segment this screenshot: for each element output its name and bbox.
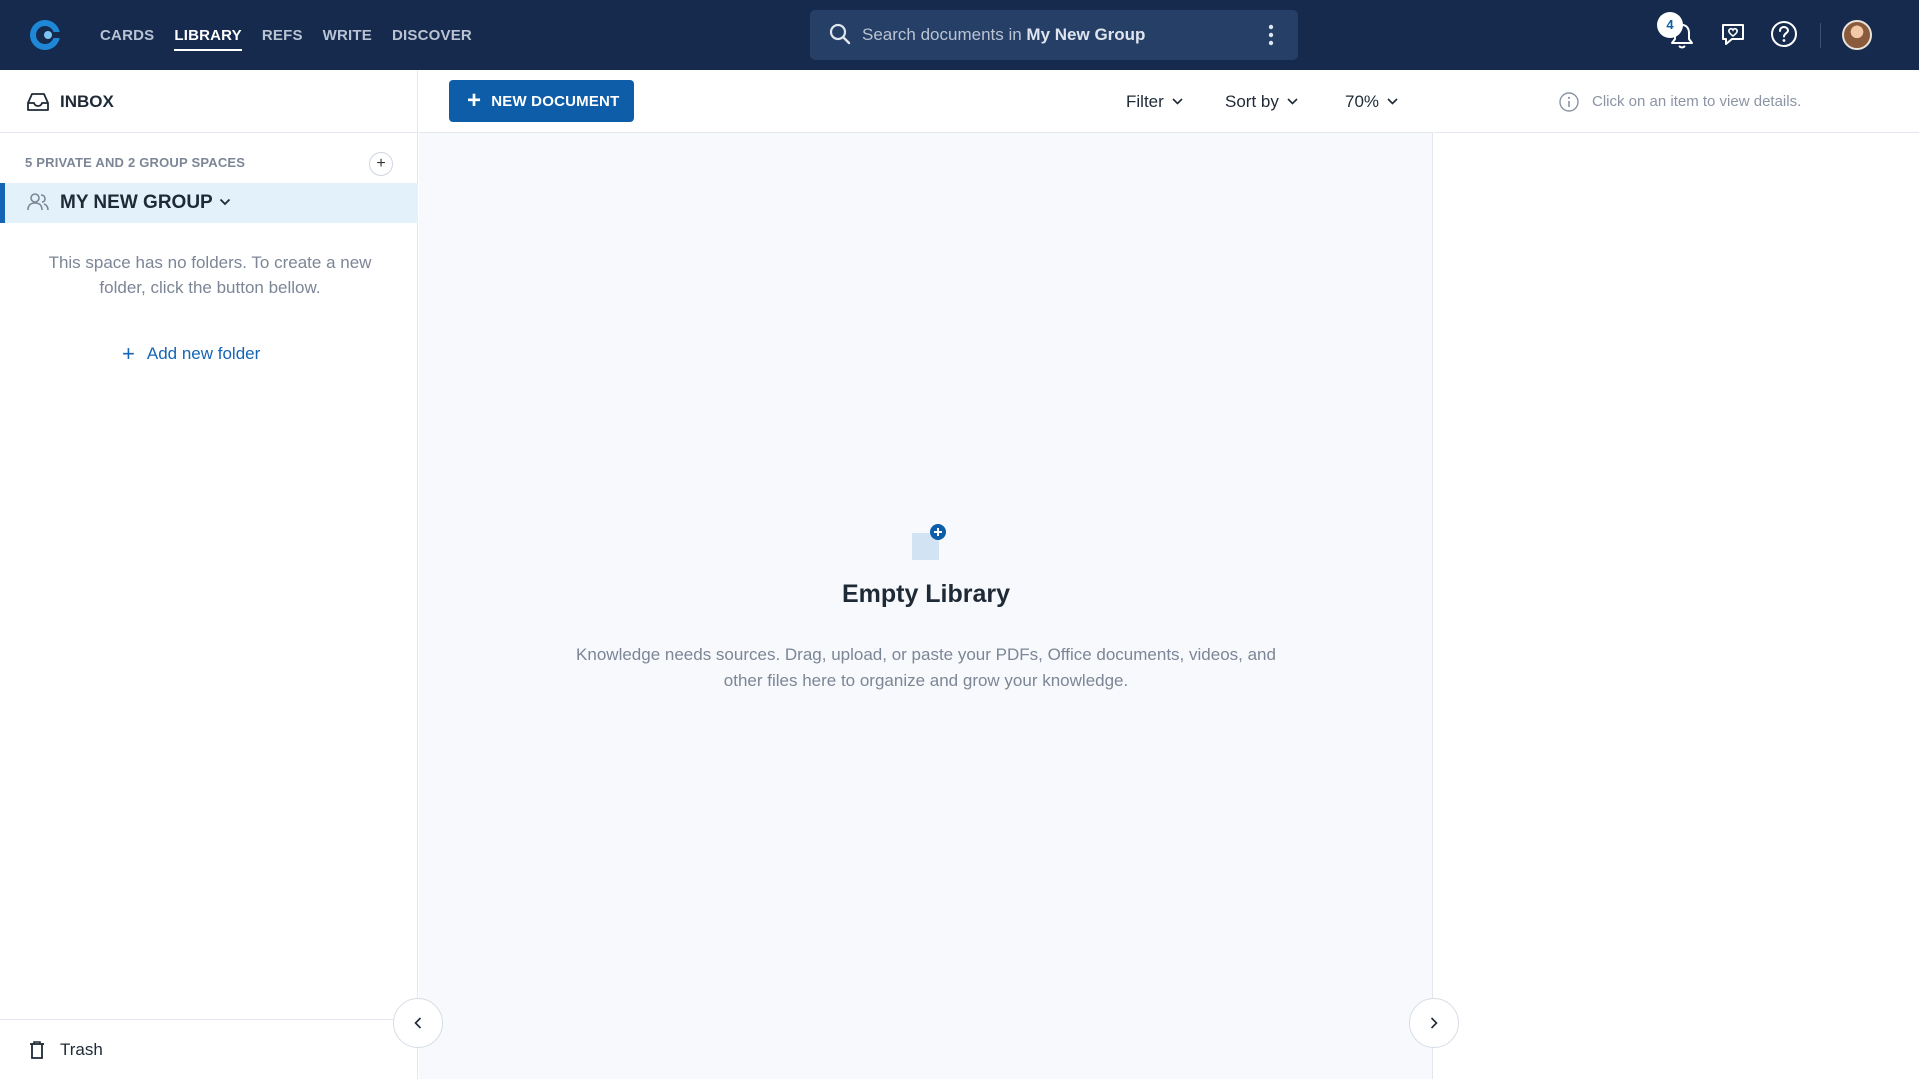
add-folder-button[interactable]: + Add new folder bbox=[122, 341, 261, 366]
add-document-icon bbox=[912, 524, 946, 560]
notifications-button[interactable]: 4 bbox=[1657, 12, 1697, 54]
help-icon[interactable] bbox=[1770, 20, 1798, 48]
search-input[interactable]: Search documents in My New Group bbox=[862, 10, 1145, 60]
chevron-down-icon bbox=[1387, 98, 1398, 105]
sort-dropdown[interactable]: Sort by bbox=[1225, 70, 1298, 133]
topbar-divider bbox=[1820, 23, 1821, 48]
sidebar: INBOX 5 PRIVATE AND 2 GROUP SPACES + MY … bbox=[0, 70, 418, 1079]
no-folders-message: This space has no folders. To create a n… bbox=[48, 253, 372, 297]
chevron-down-icon bbox=[1287, 98, 1298, 105]
filter-label: Filter bbox=[1126, 92, 1164, 111]
nav-cards[interactable]: CARDS bbox=[100, 27, 154, 44]
chevron-right-icon bbox=[1430, 1017, 1438, 1029]
info-icon bbox=[1559, 92, 1579, 112]
space-item-my-new-group[interactable]: MY NEW GROUP bbox=[0, 183, 418, 223]
zoom-dropdown[interactable]: 70% bbox=[1345, 70, 1398, 133]
more-vertical-icon[interactable] bbox=[1268, 24, 1274, 46]
notification-badge: 4 bbox=[1657, 12, 1683, 38]
add-folder-label: Add new folder bbox=[146, 344, 261, 363]
top-bar: CARDS LIBRARY REFS WRITE DISCOVER Search… bbox=[0, 0, 1919, 70]
empty-library-message: Knowledge needs sources. Drag, upload, o… bbox=[576, 645, 1276, 690]
chevron-down-icon[interactable] bbox=[219, 198, 231, 206]
trash-item[interactable]: Trash bbox=[0, 1019, 418, 1079]
inbox-item[interactable]: INBOX bbox=[0, 70, 418, 133]
zoom-label: 70% bbox=[1345, 92, 1380, 111]
library-panel: + NEW DOCUMENT Filter Sort by 70% Empty … bbox=[419, 70, 1433, 1079]
main-nav: CARDS LIBRARY REFS WRITE DISCOVER bbox=[100, 0, 492, 70]
search-icon bbox=[829, 23, 851, 45]
filter-dropdown[interactable]: Filter bbox=[1126, 70, 1183, 133]
new-document-label: NEW DOCUMENT bbox=[491, 92, 620, 110]
inbox-label: INBOX bbox=[60, 92, 114, 111]
search-scope: My New Group bbox=[1026, 25, 1146, 44]
empty-library-title: Empty Library bbox=[841, 580, 1011, 608]
sort-label: Sort by bbox=[1225, 92, 1279, 111]
nav-library[interactable]: LIBRARY bbox=[174, 27, 242, 51]
chevron-down-icon bbox=[1172, 98, 1183, 105]
nav-write[interactable]: WRITE bbox=[323, 27, 372, 44]
trash-icon bbox=[30, 1041, 44, 1059]
expand-details-button[interactable] bbox=[1409, 998, 1459, 1048]
search-bar[interactable]: Search documents in My New Group bbox=[810, 10, 1298, 60]
library-toolbar: + NEW DOCUMENT Filter Sort by 70% bbox=[419, 70, 1433, 133]
search-prefix: Search documents in bbox=[862, 25, 1027, 44]
add-space-button[interactable]: + bbox=[369, 152, 393, 176]
space-label: MY NEW GROUP bbox=[60, 192, 213, 213]
group-users-icon bbox=[27, 193, 49, 211]
details-header: Click on an item to view details. bbox=[1434, 70, 1919, 133]
collapse-sidebar-button[interactable] bbox=[393, 998, 443, 1048]
chevron-left-icon bbox=[414, 1017, 422, 1029]
spaces-heading: 5 PRIVATE AND 2 GROUP SPACES bbox=[25, 155, 246, 170]
details-panel: Click on an item to view details. bbox=[1434, 70, 1919, 1079]
nav-refs[interactable]: REFS bbox=[262, 27, 303, 44]
inbox-icon bbox=[27, 93, 49, 111]
plus-icon: + bbox=[467, 87, 482, 114]
feedback-chat-icon[interactable] bbox=[1720, 21, 1746, 47]
user-avatar[interactable] bbox=[1842, 20, 1872, 50]
new-document-button[interactable]: + NEW DOCUMENT bbox=[449, 80, 634, 122]
app-logo-icon[interactable] bbox=[27, 17, 63, 53]
plus-icon: + bbox=[122, 341, 135, 366]
trash-label: Trash bbox=[60, 1040, 103, 1059]
nav-discover[interactable]: DISCOVER bbox=[392, 27, 472, 44]
details-hint: Click on an item to view details. bbox=[1592, 93, 1802, 110]
